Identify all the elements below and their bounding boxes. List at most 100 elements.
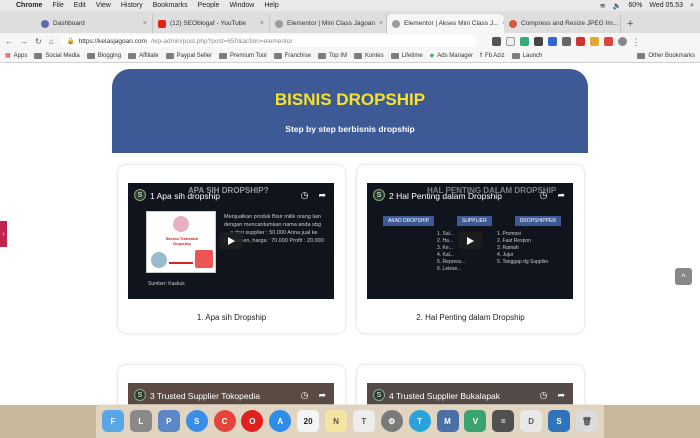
video-player[interactable]: S 3 Trusted Supplier Tokopedia ◷ ➦	[128, 383, 334, 405]
app-menu-chrome[interactable]: Chrome	[16, 2, 42, 9]
wifi-icon[interactable]: ≋	[600, 2, 606, 10]
bookmark-affiliate[interactable]: Affiliate	[128, 52, 159, 59]
textedit-icon[interactable]: T	[352, 410, 375, 432]
extension-icon[interactable]	[519, 36, 529, 46]
bookmark-ads-manager[interactable]: ◆ Ads Manager	[430, 52, 473, 60]
bookmark-apps[interactable]: ▦ Apps	[5, 52, 27, 60]
extension-icon[interactable]	[547, 36, 557, 46]
forward-icon[interactable]: →	[20, 37, 28, 46]
scroll-to-top-button[interactable]: ^	[675, 268, 692, 285]
share-icon[interactable]: ➦	[318, 190, 326, 201]
share-icon[interactable]: ➦	[557, 190, 565, 201]
folder-icon	[317, 52, 326, 59]
browser-tabbar: Dashboard × (12) SEOblogaf - YouTube × Ele…	[0, 11, 700, 33]
trash-icon[interactable]: 🗑	[575, 410, 598, 432]
bookmark-fb-aziz[interactable]: f Fb Aziz	[480, 53, 505, 59]
vpn-shield-icon[interactable]: V	[464, 410, 487, 432]
bookmark-blogging[interactable]: Blogging	[86, 52, 121, 59]
system-preferences-icon[interactable]: ⚙	[380, 410, 403, 432]
card-caption[interactable]: 1. Apa sih Dropship	[118, 313, 345, 322]
video-title[interactable]: 3 Trusted Supplier Tokopedia	[150, 391, 260, 401]
watch-later-icon[interactable]: ◷	[301, 190, 309, 201]
scribe-icon[interactable]: S	[548, 410, 570, 432]
extension-icon[interactable]	[575, 36, 585, 46]
menu-bookmarks[interactable]: Bookmarks	[153, 2, 188, 9]
volume-icon[interactable]: 🔈	[613, 2, 622, 10]
tab-elementor-akses[interactable]: Elementor | Akses Mini Class J...×	[387, 14, 504, 33]
bookmark-launch[interactable]: Launch	[511, 52, 542, 59]
play-button[interactable]	[458, 232, 482, 249]
tab-youtube[interactable]: (12) SEOblogaf - YouTube ×	[153, 14, 270, 33]
card-caption[interactable]: 2. Hal Penting dalam Dropship	[357, 313, 584, 322]
video-player[interactable]: S 1 Apa sih dropship APA SIH DROPSHIP? ◷…	[128, 183, 334, 299]
watch-later-icon[interactable]: ◷	[540, 190, 548, 201]
bookmark-paypal-seller[interactable]: Paypal Seller	[165, 52, 212, 59]
extension-icon[interactable]	[561, 36, 571, 46]
menu-history[interactable]: History	[121, 2, 143, 9]
more-icon[interactable]: ⋮	[632, 37, 641, 47]
watch-later-icon[interactable]: ◷	[540, 390, 548, 401]
tab-dashboard[interactable]: Dashboard ×	[36, 14, 153, 33]
video-title[interactable]: 4 Trusted Supplier Bukalapak	[389, 391, 500, 401]
video-actions: ◷ ➦	[301, 190, 326, 201]
app-store-icon[interactable]: A	[269, 410, 292, 432]
watch-later-icon[interactable]: ◷	[301, 390, 309, 401]
reload-icon[interactable]: ↻	[35, 37, 42, 46]
new-tab-button[interactable]: +	[621, 14, 639, 33]
share-icon[interactable]: ➦	[557, 390, 565, 401]
mail-icon[interactable]: M	[436, 410, 459, 432]
tab-compress-jpeg[interactable]: Compress and Resize JPEG Im...×	[504, 14, 621, 33]
chrome-icon[interactable]: C	[213, 410, 236, 432]
opera-icon[interactable]: O	[241, 410, 264, 432]
menu-window[interactable]: Window	[229, 2, 254, 9]
bookmark-lifetime[interactable]: Lifetime	[390, 52, 423, 59]
extension-icon[interactable]	[491, 36, 501, 46]
bookmark-franchise[interactable]: Franchise	[273, 52, 311, 59]
video-actions: ◷ ➦	[540, 190, 565, 201]
menu-edit[interactable]: Edit	[74, 2, 86, 9]
extension-icon[interactable]	[603, 36, 613, 46]
folder-icon	[511, 52, 520, 59]
list-item: 4. Jujur	[497, 252, 514, 258]
editor-panel-toggle[interactable]: ›	[0, 221, 7, 247]
bookmark-label: Franchise	[284, 52, 311, 59]
notes-icon[interactable]: N	[325, 410, 347, 432]
bookmark-top-im[interactable]: Top IM	[317, 52, 347, 59]
close-icon[interactable]: ×	[143, 20, 147, 27]
address-bar[interactable]: 🔒 https://kelasjagoan.com/wp-admin/post.…	[60, 35, 477, 47]
telegram-icon[interactable]: T	[408, 410, 431, 432]
clock[interactable]: Wed 05.53	[649, 2, 683, 9]
video-player[interactable]: S 4 Trusted Supplier Bukalapak ◷ ➦	[367, 383, 573, 405]
video-player[interactable]: S 2 Hal Penting dalam Dropship HAL PENTI…	[367, 183, 573, 299]
share-icon[interactable]: ➦	[318, 390, 326, 401]
home-icon[interactable]: ⌂	[49, 37, 54, 46]
calculator-icon[interactable]: =	[492, 410, 515, 432]
close-icon[interactable]: ×	[260, 20, 264, 27]
search-icon[interactable]: ⌕	[690, 2, 694, 10]
close-icon[interactable]: ×	[379, 20, 383, 27]
calendar-icon[interactable]: 20	[297, 410, 320, 432]
document-icon[interactable]: D	[520, 410, 543, 432]
tab-elementor-mini-class[interactable]: Elementor | Mini Class Jagoan ×	[270, 14, 387, 33]
profile-avatar[interactable]	[617, 36, 627, 46]
back-icon[interactable]: ←	[5, 37, 13, 46]
launchpad-icon[interactable]: L	[129, 410, 152, 432]
battery-percent[interactable]: 60%	[628, 2, 642, 9]
bookmark-premium-tool[interactable]: Premium Tool	[219, 52, 267, 59]
menu-help[interactable]: Help	[264, 2, 278, 9]
finder-icon[interactable]: F	[102, 410, 124, 432]
play-button[interactable]	[219, 232, 243, 249]
extension-icons: ⋮	[491, 36, 641, 47]
menu-view[interactable]: View	[96, 2, 111, 9]
bookmark-other[interactable]: Other Bookmarks	[637, 52, 695, 59]
menu-people[interactable]: People	[198, 2, 220, 9]
bookmark-kontes[interactable]: Kontes	[353, 52, 384, 59]
extension-icon[interactable]	[589, 36, 599, 46]
extension-icon[interactable]	[533, 36, 543, 46]
menu-file[interactable]: File	[52, 2, 63, 9]
list-item: 1. Promosi	[497, 231, 521, 237]
bookmark-social-media[interactable]: Social Media	[34, 52, 80, 59]
bookmark-star-icon[interactable]	[505, 36, 515, 46]
safari-icon[interactable]: S	[185, 410, 208, 432]
preview-icon[interactable]: P	[157, 410, 180, 432]
